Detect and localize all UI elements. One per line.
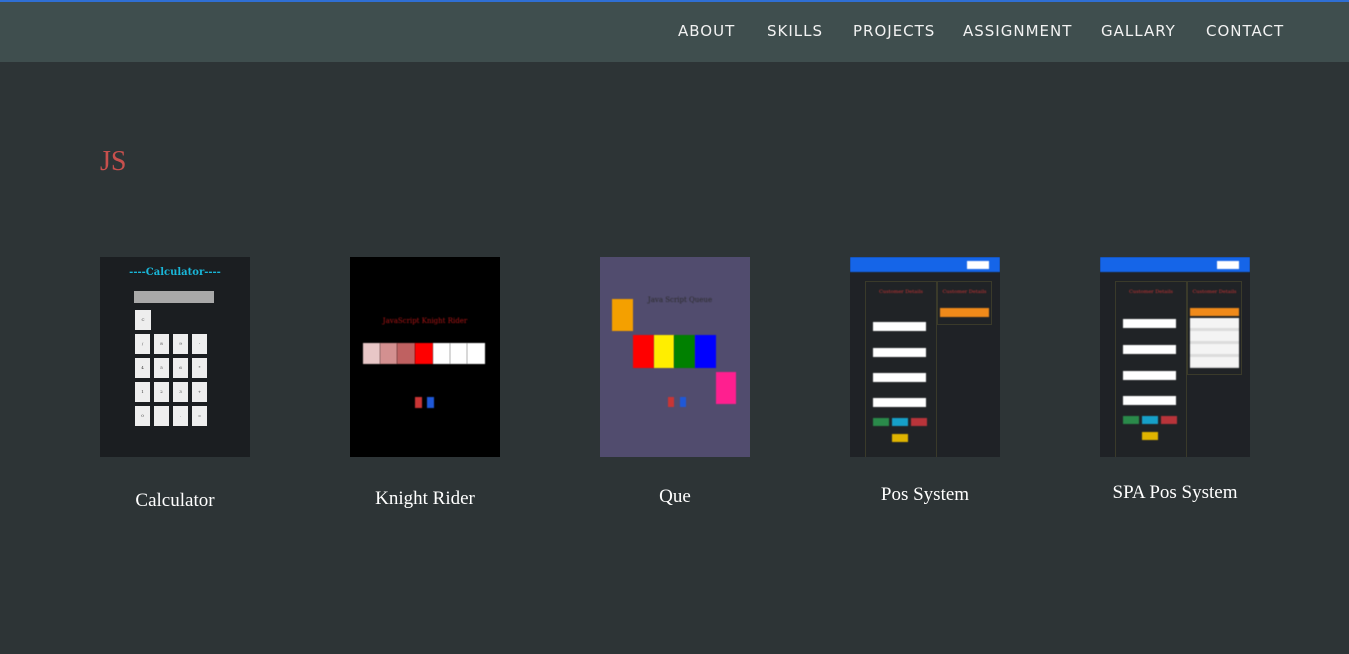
stop-button-mini (427, 397, 434, 408)
calculator-key: 4 (135, 358, 150, 378)
pos-input-mini (873, 373, 926, 382)
knight-rider-light (415, 343, 433, 364)
calculator-key: 9 (173, 334, 188, 354)
pos-button-mini (911, 418, 927, 426)
section-title: JS (100, 146, 127, 177)
calculator-display (134, 291, 214, 303)
pos-button-mini (1123, 416, 1139, 424)
pos-table-panel: Customer Details (937, 281, 992, 325)
nav-gallary[interactable]: GALLARY (1101, 22, 1176, 40)
spa-pos-system-thumbnail[interactable]: Customer Details Customer Details (1100, 257, 1250, 457)
pos-input-mini (873, 398, 926, 407)
start-button-mini (415, 397, 422, 408)
pos-input-mini (1123, 319, 1176, 328)
calculator-key: / (135, 334, 150, 354)
pos-panel-title: Customer Details (878, 289, 924, 295)
calculator-thumbnail[interactable]: ----Calculator---- C /8 9- 4 5 6 * 1 2 3 +0. = (100, 257, 250, 457)
calculator-key: = (192, 406, 207, 426)
navbar: ABOUT SKILLS PROJECTS ASSIGNMENT GALLARY… (0, 2, 1349, 62)
knight-rider-thumbnail[interactable]: JavaScript Knight Rider (350, 257, 500, 457)
calculator-key: + (192, 382, 207, 402)
pos-panel-title: Customer Details (1128, 289, 1174, 295)
knight-rider-light (467, 343, 485, 364)
queue-block (674, 335, 695, 368)
knight-rider-light (433, 343, 450, 364)
project-caption: Pos System (880, 484, 970, 505)
pos-input-mini (873, 322, 926, 331)
project-caption: Calculator (135, 490, 215, 511)
calculator-thumb-title: ----Calculator---- (129, 267, 221, 278)
pos-table-rows (1190, 318, 1239, 368)
pos-form-panel: Customer Details (1115, 281, 1187, 457)
knight-rider-light (363, 343, 380, 364)
pos-panel-title: Customer Details (942, 289, 987, 295)
pos-system-thumbnail[interactable]: Customer Details Customer Details (850, 257, 1000, 457)
pos-button-mini (1142, 416, 1158, 424)
pos-button-mini (892, 418, 908, 426)
queue-block (633, 335, 654, 368)
calculator-key: . (173, 406, 188, 426)
mini-button (680, 397, 686, 407)
pos-input-mini (873, 348, 926, 357)
calculator-key: - (192, 334, 207, 354)
queue-block (695, 335, 716, 368)
calculator-key: 6 (173, 358, 188, 378)
nav-projects[interactable]: PROJECTS (853, 22, 935, 40)
calculator-key: 3 (173, 382, 188, 402)
calculator-key: 8 (154, 334, 169, 354)
project-caption: Que (659, 486, 691, 507)
pos-table-header (940, 308, 989, 317)
calculator-key: 0 (135, 406, 150, 426)
queue-block (654, 335, 674, 368)
knight-rider-light (450, 343, 467, 364)
mini-button (668, 397, 674, 407)
pos-input-mini (1123, 345, 1176, 354)
pos-table-header (1190, 308, 1239, 316)
knight-rider-thumb-title: JavaScript Knight Rider (382, 317, 468, 325)
calculator-key (154, 406, 169, 426)
nav-skills[interactable]: SKILLS (767, 22, 823, 40)
calculator-key: 1 (135, 382, 150, 402)
pos-button-mini (1142, 432, 1158, 440)
project-card-calculator[interactable]: ----Calculator---- C /8 9- 4 5 6 * 1 2 3 +0. = Cal… (100, 257, 250, 511)
calculator-key: 2 (154, 382, 169, 402)
project-card-que[interactable]: Java Script Queue Que (600, 257, 750, 507)
queue-block (612, 299, 633, 331)
project-card-spa-pos-system[interactable]: Customer Details Customer Details SPA Po… (1100, 257, 1250, 503)
pos-panel-title: Customer Details (1192, 289, 1237, 295)
pos-button-mini (873, 418, 889, 426)
nav-about[interactable]: ABOUT (678, 22, 735, 40)
pos-input-mini (1123, 396, 1176, 405)
project-card-pos-system[interactable]: Customer Details Customer Details Pos Sy… (850, 257, 1000, 505)
project-caption: SPA Pos System (1112, 482, 1238, 503)
queue-block (716, 372, 736, 404)
project-card-knight-rider[interactable]: JavaScript Knight Rider Knight Rider (350, 257, 500, 509)
pos-search-mini (967, 261, 989, 269)
knight-rider-light (380, 343, 397, 364)
pos-form-panel: Customer Details (865, 281, 937, 457)
pos-button-mini (1161, 416, 1177, 424)
nav-assignment[interactable]: ASSIGNMENT (963, 22, 1072, 40)
pos-table-panel: Customer Details (1187, 281, 1242, 375)
calculator-key: * (192, 358, 207, 378)
pos-button-mini (892, 434, 908, 442)
calculator-key: C (135, 310, 151, 330)
calculator-key: 5 (154, 358, 169, 378)
que-thumbnail[interactable]: Java Script Queue (600, 257, 750, 457)
nav-contact[interactable]: CONTACT (1206, 22, 1284, 40)
knight-rider-light (397, 343, 415, 364)
project-caption: Knight Rider (375, 488, 475, 509)
pos-input-mini (1123, 371, 1176, 380)
pos-search-mini (1217, 261, 1239, 269)
